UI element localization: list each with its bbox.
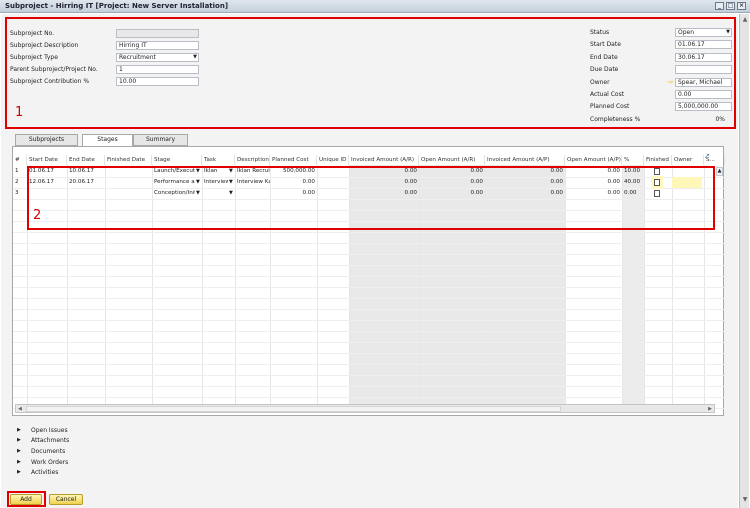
expander-label: Work Orders [31, 459, 69, 466]
header-highlight-box [5, 17, 736, 129]
annotation-number-1: 1 [15, 105, 24, 120]
expander-label: Attachments [31, 437, 70, 444]
row-divider [13, 287, 725, 288]
grid-scroll-up-icon[interactable]: ▲ [716, 167, 723, 176]
col-open-ar-header[interactable]: Open Amount (A/R) [419, 155, 485, 165]
expander-label: Open Issues [31, 427, 68, 434]
row-divider [13, 276, 725, 277]
scroll-down-icon[interactable]: ▼ [741, 496, 749, 504]
col-unique-id-header[interactable]: Unique ID [317, 155, 349, 165]
col-task-header[interactable]: Task [202, 155, 235, 165]
maximize-icon[interactable]: □ [726, 2, 735, 10]
tab-summary[interactable]: Summary [133, 134, 188, 146]
expand-arrow-icon[interactable]: ▶ [17, 427, 21, 433]
col-invoiced-ar-header[interactable]: Invoiced Amount (A/R) [349, 155, 419, 165]
row-divider [13, 353, 725, 354]
scroll-up-icon[interactable]: ▲ [741, 16, 749, 24]
window-title: Subproject - Hirring IT [Project: New Se… [5, 2, 229, 10]
row-divider [13, 232, 725, 233]
col-num-cell[interactable]: 2 [13, 177, 27, 188]
col-start-date-header[interactable]: Start Date [27, 155, 67, 165]
tab-subprojects[interactable]: Subprojects [15, 134, 78, 146]
col-description-header[interactable]: Description [235, 155, 270, 165]
annotation-number-2: 2 [33, 208, 42, 223]
col-num-header[interactable]: # [13, 155, 27, 165]
stages-highlight-box [27, 166, 715, 230]
col-planned-cost-header[interactable]: Planned Cost [270, 155, 317, 165]
expander-label: Activities [31, 469, 59, 476]
col-s-header[interactable]: S... [704, 155, 725, 165]
col-invoiced-ap-header[interactable]: Invoiced Amount (A/P) [485, 155, 565, 165]
expand-arrow-icon[interactable]: ▶ [17, 459, 21, 465]
minimize-icon[interactable]: _ [715, 2, 724, 10]
row-divider [13, 397, 725, 398]
window-titlebar: Subproject - Hirring IT [Project: New Se… [0, 0, 750, 13]
expand-arrow-icon[interactable]: ▶ [17, 437, 21, 443]
col-num-cell[interactable]: 3 [13, 188, 27, 199]
scroll-left-icon[interactable]: ◀ [18, 405, 22, 413]
expander-label: Documents [31, 448, 66, 455]
row-divider [13, 342, 725, 343]
col-finished-header[interactable]: Finished [644, 155, 672, 165]
expand-arrow-icon[interactable]: ▶ [17, 448, 21, 454]
col-percent-header[interactable]: % [622, 155, 644, 165]
row-divider [13, 386, 725, 387]
col-finished-date-header[interactable]: Finished Date [105, 155, 152, 165]
row-divider [13, 298, 725, 299]
row-divider [13, 320, 725, 321]
col-end-date-header[interactable]: End Date [67, 155, 105, 165]
col-open-ap-header[interactable]: Open Amount (A/P) [565, 155, 622, 165]
row-divider [13, 309, 725, 310]
row-divider [13, 243, 725, 244]
horizontal-scrollbar[interactable]: ◀ ▶ [15, 404, 715, 413]
row-divider [13, 364, 725, 365]
row-divider [13, 254, 725, 255]
col-num-cell[interactable]: 1 [13, 166, 27, 177]
expand-arrow-icon[interactable]: ▶ [17, 469, 21, 475]
vertical-scrollbar[interactable]: ▲ ▼ [739, 14, 749, 508]
close-icon[interactable]: × [737, 2, 746, 10]
row-divider [13, 265, 725, 266]
scroll-thumb[interactable] [26, 406, 561, 412]
row-divider [13, 331, 725, 332]
add-highlight-box [7, 491, 46, 507]
col-stage-header[interactable]: Stage [152, 155, 202, 165]
cancel-button[interactable]: Cancel [49, 494, 83, 505]
col-owner-header[interactable]: Owner [672, 155, 704, 165]
scroll-right-icon[interactable]: ▶ [708, 405, 712, 413]
row-divider [13, 375, 725, 376]
